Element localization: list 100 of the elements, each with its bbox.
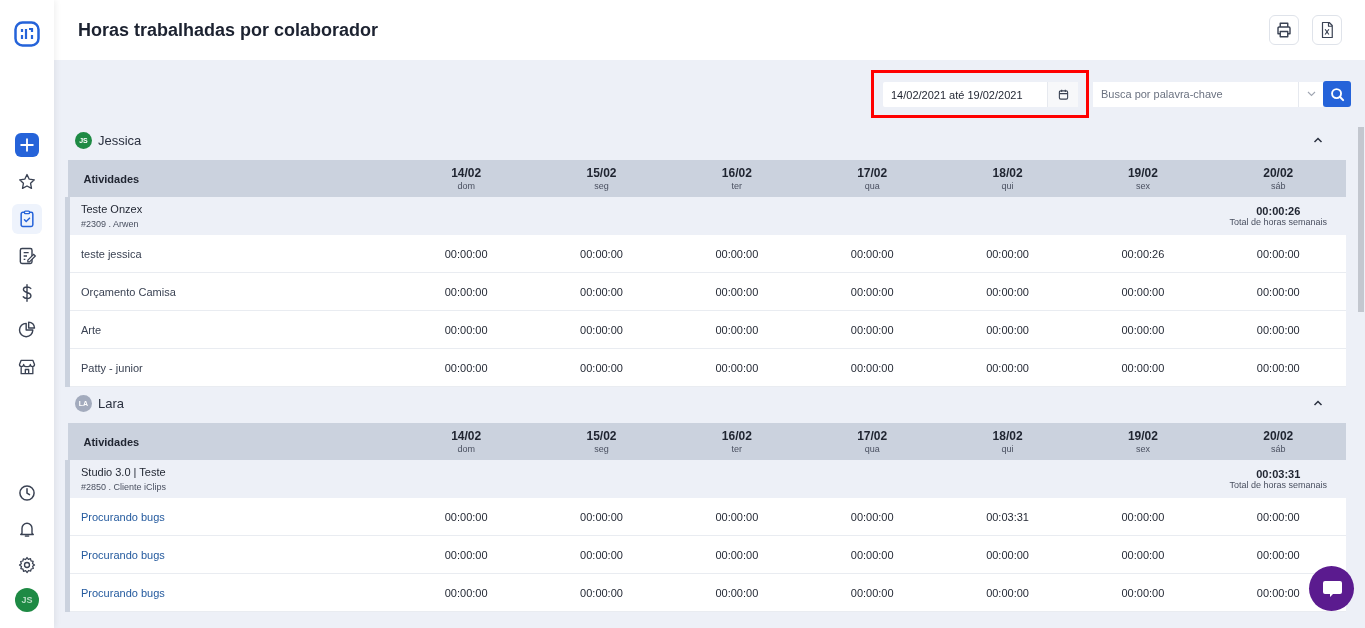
hours-value: 00:00:00	[715, 548, 759, 561]
hours-value: 00:00:26	[1121, 247, 1165, 260]
column-date: 17/02	[856, 429, 889, 443]
project-name: Teste Onzex	[81, 203, 144, 215]
column-weekday: qua	[863, 444, 881, 454]
activity-link[interactable]: Procurando bugs	[81, 510, 165, 523]
project-meta: #2850 . Cliente iClips	[81, 482, 168, 492]
excel-export-button[interactable]	[1312, 15, 1342, 45]
activity-name: Patty - junior	[81, 361, 143, 374]
hours-value: 00:00:00	[1121, 361, 1165, 374]
column-weekday: qua	[863, 181, 881, 191]
hours-value: 00:00:00	[580, 548, 623, 561]
column-date: 19/02	[1126, 166, 1159, 180]
column-weekday: dom	[456, 444, 476, 454]
activity-link[interactable]: Procurando bugs	[81, 586, 165, 599]
scrollbar-thumb[interactable]	[1358, 127, 1364, 312]
printer-icon	[1275, 21, 1293, 39]
column-date: 15/02	[585, 166, 618, 180]
hours-value: 00:00:00	[715, 586, 759, 599]
clipboard-check-icon	[17, 209, 37, 229]
column-weekday: sex	[1134, 181, 1151, 191]
print-button[interactable]	[1269, 15, 1299, 45]
hours-value: 00:00:00	[1256, 247, 1300, 260]
hours-value: 00:00:00	[444, 361, 488, 374]
hours-value: 00:00:00	[444, 285, 488, 298]
calendar-icon	[1057, 89, 1069, 100]
hours-value: 00:00:00	[850, 510, 894, 523]
hours-value: 00:00:00	[850, 586, 894, 599]
weekly-total: 00:00:26	[1255, 205, 1302, 217]
column-header: Atividades	[67, 160, 399, 197]
page-title: Horas trabalhadas por colaborador	[78, 19, 380, 41]
hours-value: 00:00:00	[580, 285, 623, 298]
pie-chart-icon	[17, 320, 37, 340]
add-button[interactable]	[15, 133, 39, 157]
column-date: 16/02	[720, 429, 753, 443]
column-weekday: sáb	[1270, 444, 1287, 454]
hours-value: 00:00:00	[986, 323, 1029, 336]
column-date: 14/02	[450, 166, 483, 180]
column-weekday: sex	[1134, 444, 1151, 454]
project-meta: #2309 . Arwen	[81, 219, 140, 229]
hours-value: 00:00:00	[444, 323, 488, 336]
plus-icon	[17, 135, 37, 155]
star-icon	[17, 172, 37, 192]
hours-value: 00:00:00	[580, 247, 623, 260]
hours-value: 00:00:00	[1256, 285, 1300, 298]
column-weekday: qui	[1000, 444, 1015, 454]
hours-value: 00:00:00	[444, 247, 488, 260]
activity-name: teste jessica	[81, 247, 142, 260]
column-date: 18/02	[991, 166, 1024, 180]
weekly-total: 00:03:31	[1255, 468, 1302, 480]
clock-icon	[17, 483, 37, 503]
hours-value: 00:00:00	[1256, 548, 1300, 561]
date-range-field[interactable]: 14/02/2021 até 19/02/2021	[883, 82, 1078, 107]
hours-value: 00:00:00	[580, 586, 623, 599]
project-name: Studio 3.0 | Teste	[81, 466, 167, 478]
note-edit-icon	[17, 246, 37, 266]
column-weekday: ter	[730, 181, 744, 191]
hours-value: 00:00:00	[715, 285, 759, 298]
hours-value: 00:00:00	[580, 510, 623, 523]
hours-value: 00:00:00	[1256, 586, 1300, 599]
search-button[interactable]	[1323, 81, 1351, 107]
store-icon	[17, 357, 37, 377]
column-weekday: seg	[593, 181, 610, 191]
column-date: 15/02	[585, 429, 618, 443]
hours-value: 00:00:00	[444, 586, 488, 599]
hours-value: 00:00:00	[850, 285, 894, 298]
hours-value: 00:00:00	[580, 323, 623, 336]
column-date: 20/02	[1262, 429, 1295, 443]
activity-link[interactable]: Procurando bugs	[81, 548, 165, 561]
column-weekday: seg	[593, 444, 610, 454]
collaborator-name: Lara	[98, 395, 126, 411]
column-date: 19/02	[1126, 429, 1159, 443]
hours-value: 00:00:00	[1121, 586, 1165, 599]
hours-value: 00:00:00	[1121, 548, 1165, 561]
hours-value: 00:00:00	[1121, 323, 1165, 336]
column-date: 18/02	[991, 429, 1024, 443]
hours-value: 00:03:31	[986, 510, 1029, 523]
logo-icon	[14, 21, 40, 47]
hours-value: 00:00:00	[986, 361, 1029, 374]
hours-value: 00:00:00	[444, 510, 488, 523]
hours-value: 00:00:00	[1256, 510, 1300, 523]
hours-value: 00:00:00	[850, 247, 894, 260]
hours-value: 00:00:00	[986, 247, 1029, 260]
column-weekday: ter	[730, 444, 744, 454]
column-date: 17/02	[856, 166, 889, 180]
nav-clipboard-check-button[interactable]	[12, 204, 42, 234]
hours-value: 00:00:00	[986, 548, 1029, 561]
hours-value: 00:00:00	[715, 510, 759, 523]
hours-value: 00:00:00	[986, 586, 1029, 599]
activity-name: Arte	[81, 323, 102, 336]
column-weekday: qui	[1000, 181, 1015, 191]
column-date: 20/02	[1262, 166, 1295, 180]
hours-value: 00:00:00	[850, 548, 894, 561]
hours-value: 00:00:00	[1121, 285, 1165, 298]
hours-value: 00:00:00	[715, 361, 759, 374]
settings-icon	[17, 555, 37, 575]
column-date: 16/02	[720, 166, 753, 180]
hours-value: 00:00:00	[986, 285, 1029, 298]
hours-value: 00:00:00	[444, 548, 488, 561]
column-weekday: dom	[456, 181, 476, 191]
